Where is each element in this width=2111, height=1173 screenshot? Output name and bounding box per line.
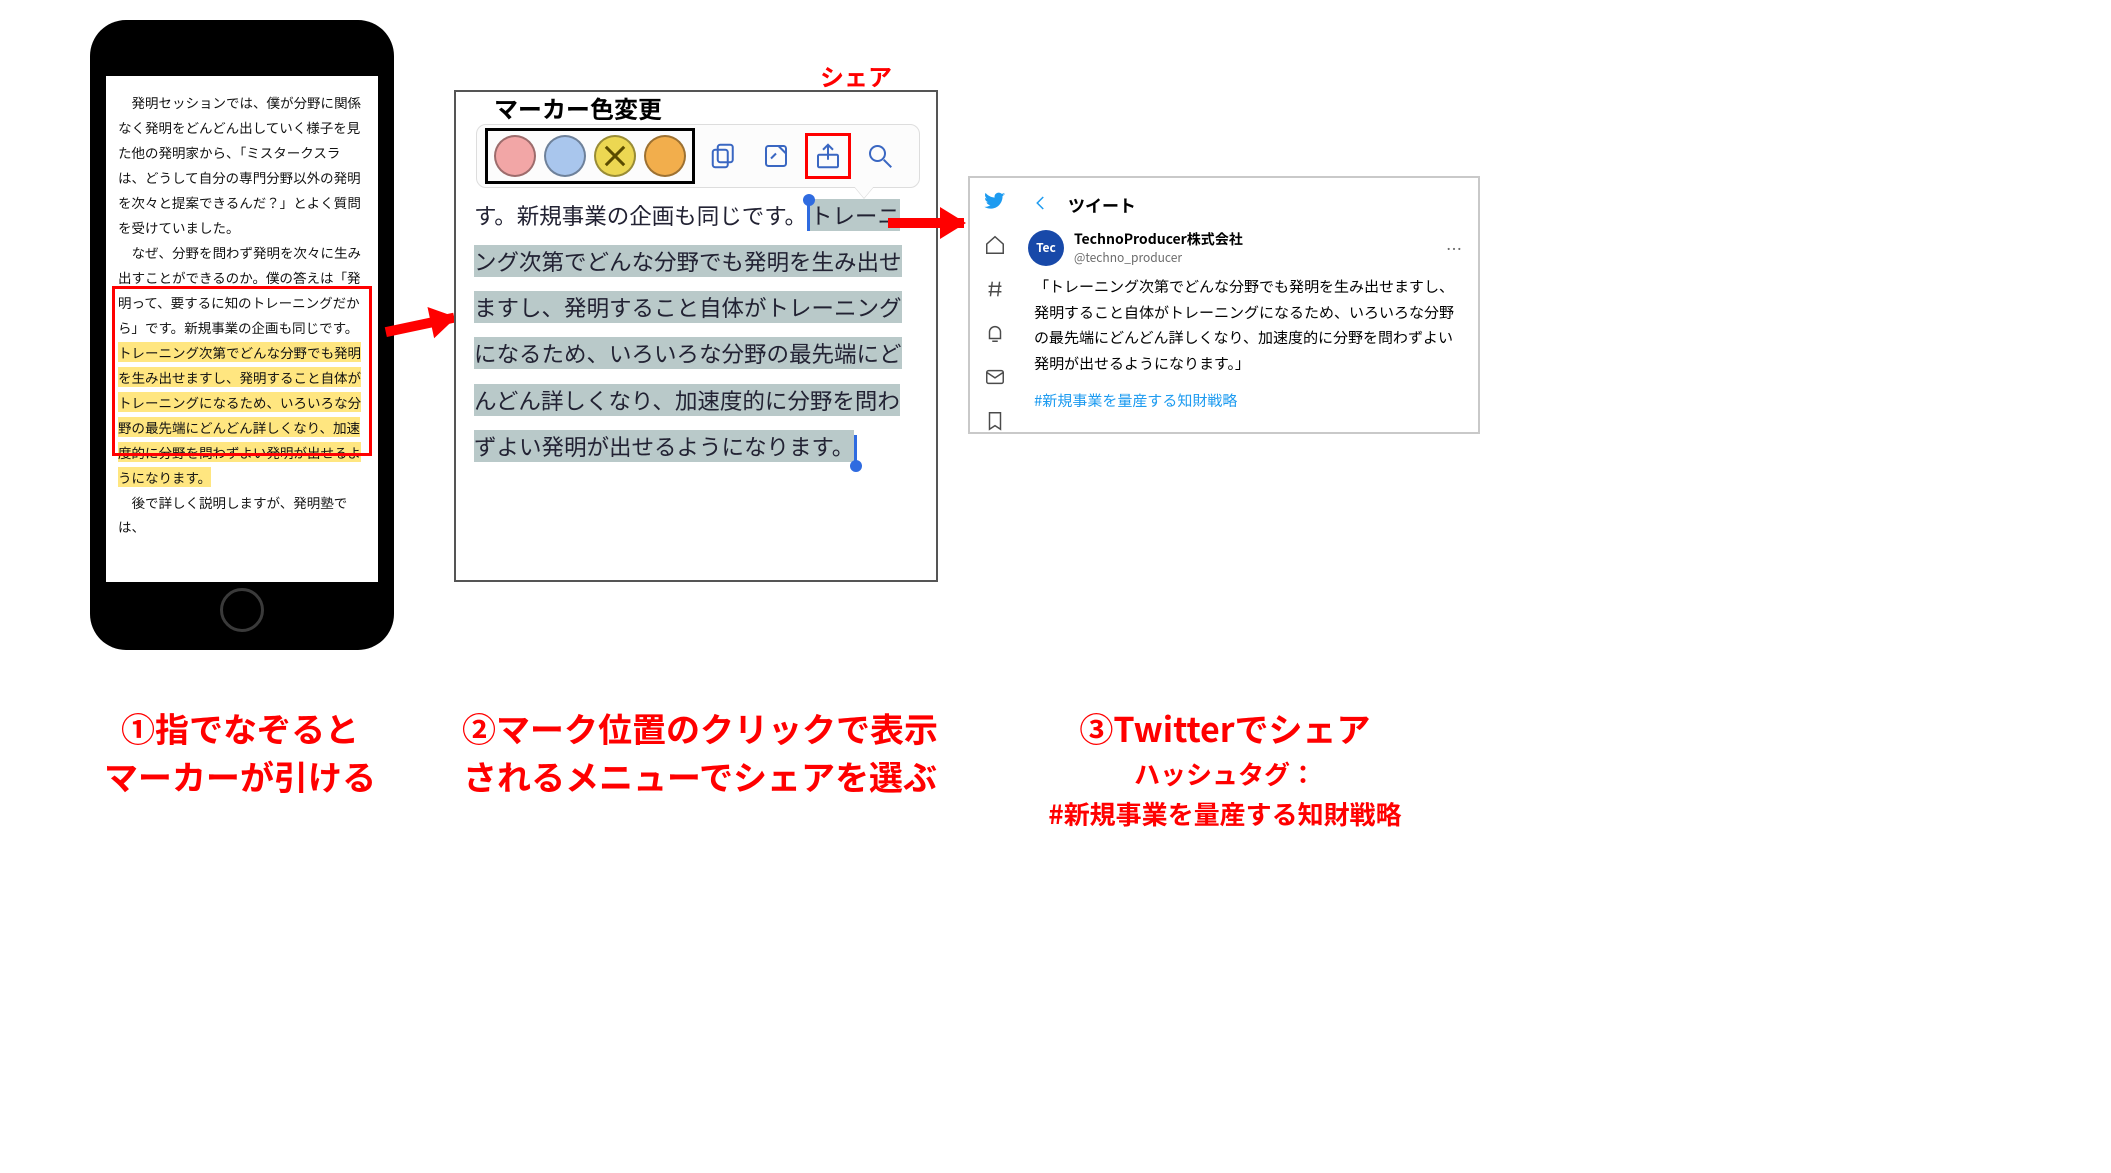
caption-step-3: ③Twitterでシェア ハッシュタグ： #新規事業を量産する知財戦略 — [990, 704, 1460, 832]
tweet-header: ツイート — [1028, 188, 1464, 229]
bookmark-icon[interactable] — [984, 410, 1006, 432]
tweet-display-name[interactable]: TechnoProducer株式会社 — [1074, 229, 1243, 249]
reader-popup: シェア マーカー色変更 す。新規事業の企画も同じです — [454, 90, 938, 582]
caption-step-3-main: ③Twitterでシェア — [1079, 703, 1370, 752]
color-orange[interactable] — [644, 135, 686, 177]
tweet-title: ツイート — [1068, 192, 1136, 217]
selection-handle-end[interactable] — [854, 435, 857, 462]
color-blue[interactable] — [544, 135, 586, 177]
ebook-paragraph-3: 後で詳しく説明しますが、発明塾では、 — [118, 490, 366, 540]
annotation-label-color: マーカー色変更 — [494, 90, 662, 125]
phone-frame: 発明セッションでは、僕が分野に関係なく発明をどんどん出していく様子を見た他の発明… — [90, 20, 394, 650]
reader-text-body[interactable]: す。新規事業の企画も同じです。トレーニング次第でどんな分野でも発明を生み出せます… — [474, 192, 918, 469]
twitter-nav-rail — [970, 178, 1020, 432]
reader-selection[interactable]: トレーニング次第でどんな分野でも発明を生み出せますし、発明すること自体がトレーニ… — [474, 199, 902, 462]
share-icon[interactable] — [805, 133, 851, 179]
copy-icon[interactable] — [701, 133, 747, 179]
bell-icon[interactable] — [984, 322, 1006, 344]
color-group-callout — [485, 128, 695, 184]
caption-step-2: ②マーク位置のクリックで表示されるメニューでシェアを選ぶ — [450, 704, 950, 799]
search-icon[interactable] — [857, 133, 903, 179]
highlight-toolbar — [476, 124, 920, 188]
more-icon[interactable]: … — [1446, 236, 1464, 260]
annotation-label-share: シェア — [820, 58, 892, 93]
caption-step-3-sub1: ハッシュタグ： — [990, 756, 1460, 792]
tweet-handle[interactable]: @techno_producer — [1074, 249, 1243, 266]
home-icon[interactable] — [984, 234, 1006, 256]
home-button[interactable] — [220, 588, 264, 632]
arrow-step1-to-step2 — [385, 313, 453, 328]
reader-pretext: す。新規事業の企画も同じです。 — [474, 199, 807, 231]
selection-handle-start[interactable] — [807, 204, 810, 231]
avatar[interactable]: Tec — [1028, 230, 1064, 266]
hashtag-icon[interactable] — [984, 278, 1006, 300]
color-yellow-remove[interactable] — [594, 135, 636, 177]
tweet-body: 「トレーニング次第でどんな分野でも発明を生み出せますし、発明すること自体がトレー… — [1028, 274, 1464, 376]
mail-icon[interactable] — [984, 366, 1006, 388]
caption-step-3-sub2: #新規事業を量産する知財戦略 — [990, 796, 1460, 832]
ebook-paragraph-1: 発明セッションでは、僕が分野に関係なく発明をどんどん出していく様子を見た他の発明… — [118, 90, 366, 240]
tweet-hashtag[interactable]: #新規事業を量産する知財戦略 — [1028, 390, 1464, 411]
caption-step-1: ①指でなぞるとマーカーが引ける — [50, 704, 430, 799]
note-icon[interactable] — [753, 133, 799, 179]
twitter-panel: ツイート Tec TechnoProducer株式会社 @techno_prod… — [968, 176, 1480, 434]
back-icon[interactable] — [1032, 192, 1050, 217]
toolbar-tail — [854, 186, 874, 198]
callout-box-highlight — [112, 286, 372, 456]
color-pink[interactable] — [494, 135, 536, 177]
twitter-logo-icon[interactable] — [982, 190, 1008, 212]
ebook-screen[interactable]: 発明セッションでは、僕が分野に関係なく発明をどんどん出していく様子を見た他の発明… — [106, 76, 378, 582]
